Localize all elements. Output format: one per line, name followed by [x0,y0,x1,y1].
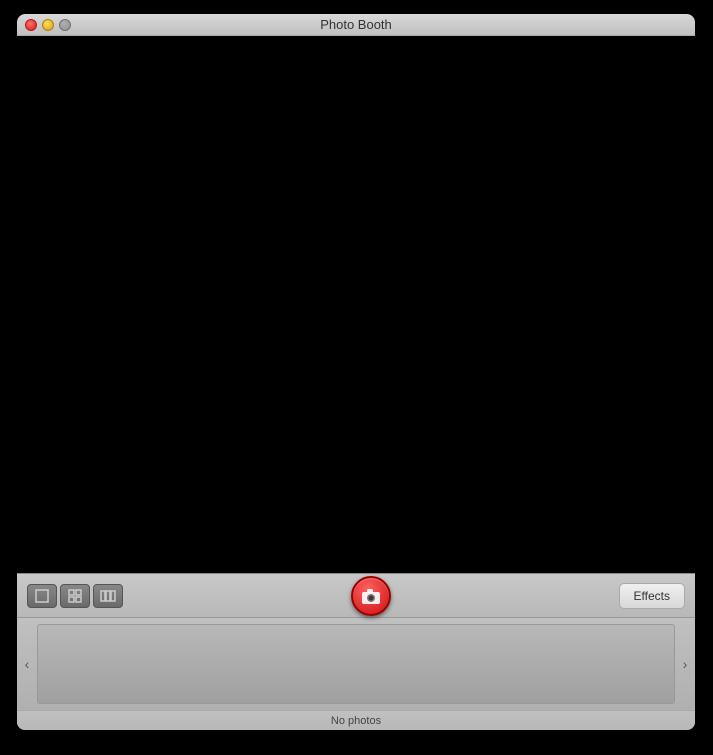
close-button[interactable] [25,19,37,31]
view-buttons [27,584,123,608]
grid-view-icon [67,588,83,604]
toolbar: Effects [17,574,695,618]
main-window: Photo Booth [17,14,695,730]
status-bar: No photos [17,710,695,730]
photo-strip-area: ‹ › [17,618,695,710]
photo-strip [37,624,675,704]
single-view-icon [34,588,50,604]
capture-btn-container [123,576,619,616]
camera-icon [360,587,382,605]
bottom-panel: Effects ‹ › No photos [17,573,695,730]
status-text: No photos [331,715,381,727]
titlebar: Photo Booth [17,14,695,36]
single-view-button[interactable] [27,584,57,608]
traffic-lights [25,19,71,31]
capture-button[interactable] [351,576,391,616]
zoom-button[interactable] [59,19,71,31]
effects-button[interactable]: Effects [619,583,685,609]
strip-view-icon [100,588,116,604]
scroll-right-button[interactable]: › [675,618,695,710]
window-title: Photo Booth [320,17,392,32]
scroll-left-button[interactable]: ‹ [17,618,37,710]
grid-view-button[interactable] [60,584,90,608]
minimize-button[interactable] [42,19,54,31]
strip-view-button[interactable] [93,584,123,608]
camera-viewport [17,36,695,573]
